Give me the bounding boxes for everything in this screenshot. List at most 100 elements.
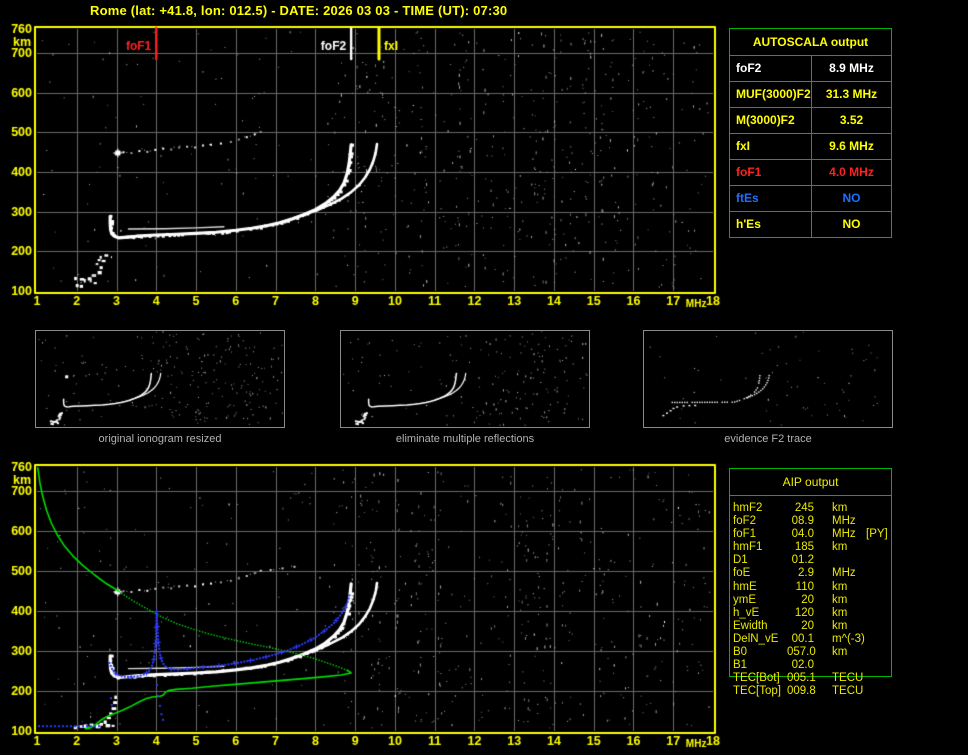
aip-value: 2.9 [798, 567, 814, 580]
autoscala-row-MUF(3000)F2: MUF(3000)F2 31.3 MHz [730, 82, 891, 108]
aip-row-h_vE: h_vE 120 km [733, 607, 903, 620]
aip-row-hmE: hmE 110 km [733, 581, 903, 594]
aip-table: hmF2 245 km foF2 08.9 MHz foF1 04.0 MHz [PY] hmF1 1… [733, 502, 903, 698]
autoscala-row-foF2: foF2 8.9 MHz [730, 56, 891, 82]
autoscala-row-label: ftEs [730, 186, 812, 211]
aip-label: hmF1 [733, 541, 763, 554]
aip-label: hmF2 [733, 502, 763, 514]
aip-unit: TECU [832, 672, 864, 685]
aip-value: 00.1 [791, 632, 814, 645]
aip-value: 20 [801, 593, 814, 606]
autoscala-row-value: 3.52 [839, 113, 864, 127]
aip-row-B0: B0 057.0 km [733, 646, 903, 659]
autoscala-row-label: M(3000)F2 [730, 108, 812, 133]
aip-panel-header: AIP output [730, 469, 891, 496]
aip-unit: MHz [832, 528, 856, 541]
aip-value: 009.8 [787, 685, 816, 698]
thumbnail-caption-original: original ionogram resized [98, 433, 222, 445]
autoscala-row-value: NO [842, 191, 861, 205]
aip-row-TEC[Top]: TEC[Top] 009.8 TECU [733, 685, 903, 698]
aip-value: 120 [794, 606, 814, 619]
autoscala-row-value: 8.9 MHz [829, 61, 874, 75]
aip-flag: [PY] [866, 528, 888, 541]
autoscala-row-value: 31.3 MHz [825, 87, 878, 101]
aip-row-hmF2: hmF2 245 km [733, 502, 903, 515]
aip-row-B1: B1 02.0 [733, 659, 903, 672]
aip-unit: TECU [832, 685, 864, 698]
aip-unit: km [832, 619, 848, 632]
aip-row-Ewidth: Ewidth 20 km [733, 620, 903, 633]
top-ionogram-plot [0, 18, 728, 314]
autoscala-row-label: fxI [730, 134, 812, 159]
thumbnail-reflections-canvas [341, 331, 589, 427]
autoscala-row-fxI: fxI 9.6 MHz [730, 134, 891, 160]
thumbnail-caption-f2: evidence F2 trace [724, 433, 812, 445]
aip-row-DelN_vE: DelN_vE 00.1 m^(-3) [733, 633, 903, 646]
aip-unit: km [832, 502, 848, 514]
aip-value: 110 [795, 580, 814, 593]
autoscala-row-value: 4.0 MHz [829, 165, 874, 179]
aip-unit: MHz [832, 567, 856, 580]
aip-row-foF1: foF1 04.0 MHz [PY] [733, 528, 903, 541]
thumbnail-f2-evidence [643, 330, 893, 428]
aip-value: 185 [794, 541, 814, 554]
autoscala-output-panel: AUTOSCALA output foF2 8.9 MHz MUF(3000)F2 3… [729, 28, 892, 238]
aip-value: 01.2 [791, 554, 814, 567]
aip-label: TEC[Top] [733, 685, 781, 698]
thumbnail-f2-canvas [644, 331, 892, 427]
autoscala-screen: Rome (lat: +41.8, lon: 012.5) - DATE: 20… [0, 0, 968, 755]
aip-unit: km [832, 541, 848, 554]
aip-label: foF2 [733, 515, 757, 528]
aip-unit: km [832, 606, 848, 619]
aip-row-TEC[Bot]: TEC[Bot] 005.1 TECU [733, 672, 903, 685]
aip-label: h_vE [733, 606, 760, 619]
aip-value: 04.0 [791, 528, 814, 541]
thumbnail-caption-reflections: eliminate multiple reflections [395, 433, 535, 445]
aip-label: hmE [733, 580, 757, 593]
aip-value: 02.0 [791, 659, 814, 672]
bottom-profile-plot [0, 455, 728, 755]
aip-unit: km [832, 580, 848, 593]
aip-unit [832, 659, 866, 672]
autoscala-row-value: NO [842, 217, 861, 231]
aip-label: B1 [733, 659, 748, 672]
aip-value: 20 [801, 619, 814, 632]
aip-label: TEC[Bot] [733, 672, 780, 685]
aip-value: 245 [794, 502, 814, 514]
autoscala-row-label: h'Es [730, 212, 812, 237]
aip-label: foE [733, 567, 751, 580]
aip-row-foF2: foF2 08.9 MHz [733, 515, 903, 528]
autoscala-table: foF2 8.9 MHz MUF(3000)F2 31.3 MHz M(3000)F2 3… [730, 56, 891, 237]
aip-value: 08.9 [791, 515, 814, 528]
page-title: Rome (lat: +41.8, lon: 012.5) - DATE: 20… [90, 3, 508, 18]
aip-label: Ewidth [733, 619, 768, 632]
aip-unit: km [832, 593, 848, 606]
aip-label: B0 [733, 646, 748, 659]
thumbnail-original-canvas [36, 331, 284, 427]
aip-label: ymE [733, 593, 756, 606]
aip-row-ymE: ymE 20 km [733, 594, 903, 607]
autoscala-row-label: foF1 [730, 160, 812, 185]
aip-label: D1 [733, 554, 748, 567]
aip-label: foF1 [733, 528, 757, 541]
autoscala-row-ftEs: ftEs NO [730, 186, 891, 212]
thumbnail-multiple-reflections [340, 330, 590, 428]
aip-unit: MHz [832, 515, 856, 528]
autoscala-row-M(3000)F2: M(3000)F2 3.52 [730, 108, 891, 134]
aip-row-D1: D1 01.2 [733, 554, 903, 567]
aip-value: 005.1 [787, 672, 816, 685]
autoscala-row-label: foF2 [730, 56, 812, 81]
aip-row-foE: foE 2.9 MHz [733, 567, 903, 580]
aip-unit [832, 554, 866, 567]
autoscala-panel-header: AUTOSCALA output [730, 29, 891, 56]
aip-row-hmF1: hmF1 185 km [733, 541, 903, 554]
autoscala-row-foF1: foF1 4.0 MHz [730, 160, 891, 186]
aip-unit: m^(-3) [832, 632, 865, 645]
aip-label: DelN_vE [733, 632, 779, 645]
autoscala-row-value: 9.6 MHz [829, 139, 874, 153]
aip-value: 057.0 [787, 646, 816, 659]
aip-unit: km [832, 646, 848, 659]
thumbnail-original-ionogram [35, 330, 285, 428]
autoscala-row-label: MUF(3000)F2 [730, 82, 812, 107]
autoscala-row-h'Es: h'Es NO [730, 212, 891, 237]
